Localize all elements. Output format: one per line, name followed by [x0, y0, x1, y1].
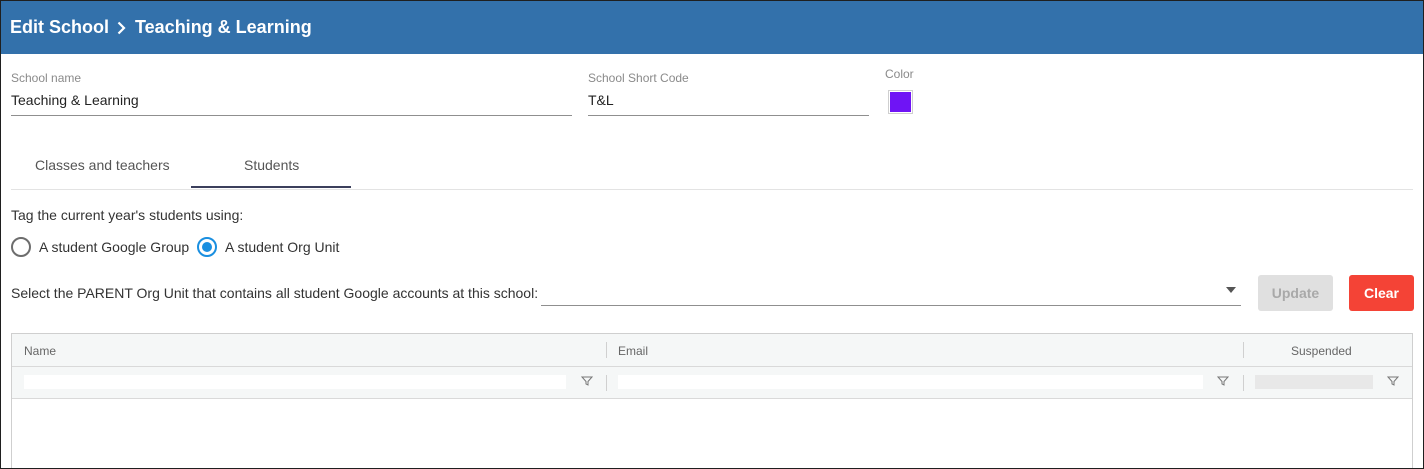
school-name-label: School name: [11, 71, 82, 85]
tab-students[interactable]: Students: [244, 157, 299, 173]
color-swatch[interactable]: [888, 90, 913, 114]
school-name-underline: [11, 115, 572, 116]
breadcrumb-current: Teaching & Learning: [135, 17, 312, 37]
org-unit-select[interactable]: [541, 305, 1241, 306]
radio-org-unit-label[interactable]: A student Org Unit: [225, 239, 339, 255]
edit-school-window: Edit School Teaching & Learning School n…: [0, 0, 1424, 469]
column-divider: [606, 375, 607, 391]
column-divider[interactable]: [606, 342, 607, 358]
update-button[interactable]: Update: [1258, 275, 1333, 311]
radio-google-group-label[interactable]: A student Google Group: [39, 239, 189, 255]
filter-input-suspended[interactable]: [1255, 375, 1373, 389]
breadcrumb-parent[interactable]: Edit School: [10, 17, 109, 38]
column-header-suspended[interactable]: Suspended: [1291, 344, 1352, 358]
column-divider[interactable]: [1243, 342, 1244, 358]
radio-org-unit[interactable]: [197, 237, 217, 257]
short-code-input[interactable]: T&L: [588, 92, 614, 108]
grid-filter-row: [12, 367, 1412, 399]
students-grid: Name Email Suspended: [11, 333, 1413, 468]
color-swatch-fill: [890, 92, 911, 112]
filter-icon[interactable]: [1217, 375, 1229, 387]
tag-students-prompt: Tag the current year's students using:: [11, 207, 244, 223]
filter-input-email[interactable]: [618, 375, 1203, 389]
column-divider: [1243, 375, 1244, 391]
column-header-name[interactable]: Name: [24, 344, 56, 358]
filter-input-name[interactable]: [24, 375, 566, 389]
filter-icon[interactable]: [1387, 375, 1399, 387]
page-header: Edit School Teaching & Learning: [1, 1, 1423, 54]
short-code-label: School Short Code: [588, 71, 689, 85]
filter-icon[interactable]: [581, 375, 593, 387]
school-name-input[interactable]: Teaching & Learning: [11, 92, 139, 108]
column-header-email[interactable]: Email: [618, 344, 648, 358]
active-tab-indicator: [191, 186, 351, 188]
org-unit-select-label: Select the PARENT Org Unit that contains…: [11, 285, 539, 301]
tabs-divider: [11, 189, 1413, 190]
grid-header-row: Name Email Suspended: [12, 334, 1412, 367]
color-label: Color: [885, 67, 914, 81]
dropdown-arrow-icon[interactable]: [1226, 287, 1236, 293]
short-code-underline: [588, 115, 869, 116]
clear-button[interactable]: Clear: [1349, 275, 1414, 311]
radio-google-group[interactable]: [11, 237, 31, 257]
chevron-right-icon: [117, 21, 126, 35]
tab-classes-and-teachers[interactable]: Classes and teachers: [35, 157, 170, 173]
